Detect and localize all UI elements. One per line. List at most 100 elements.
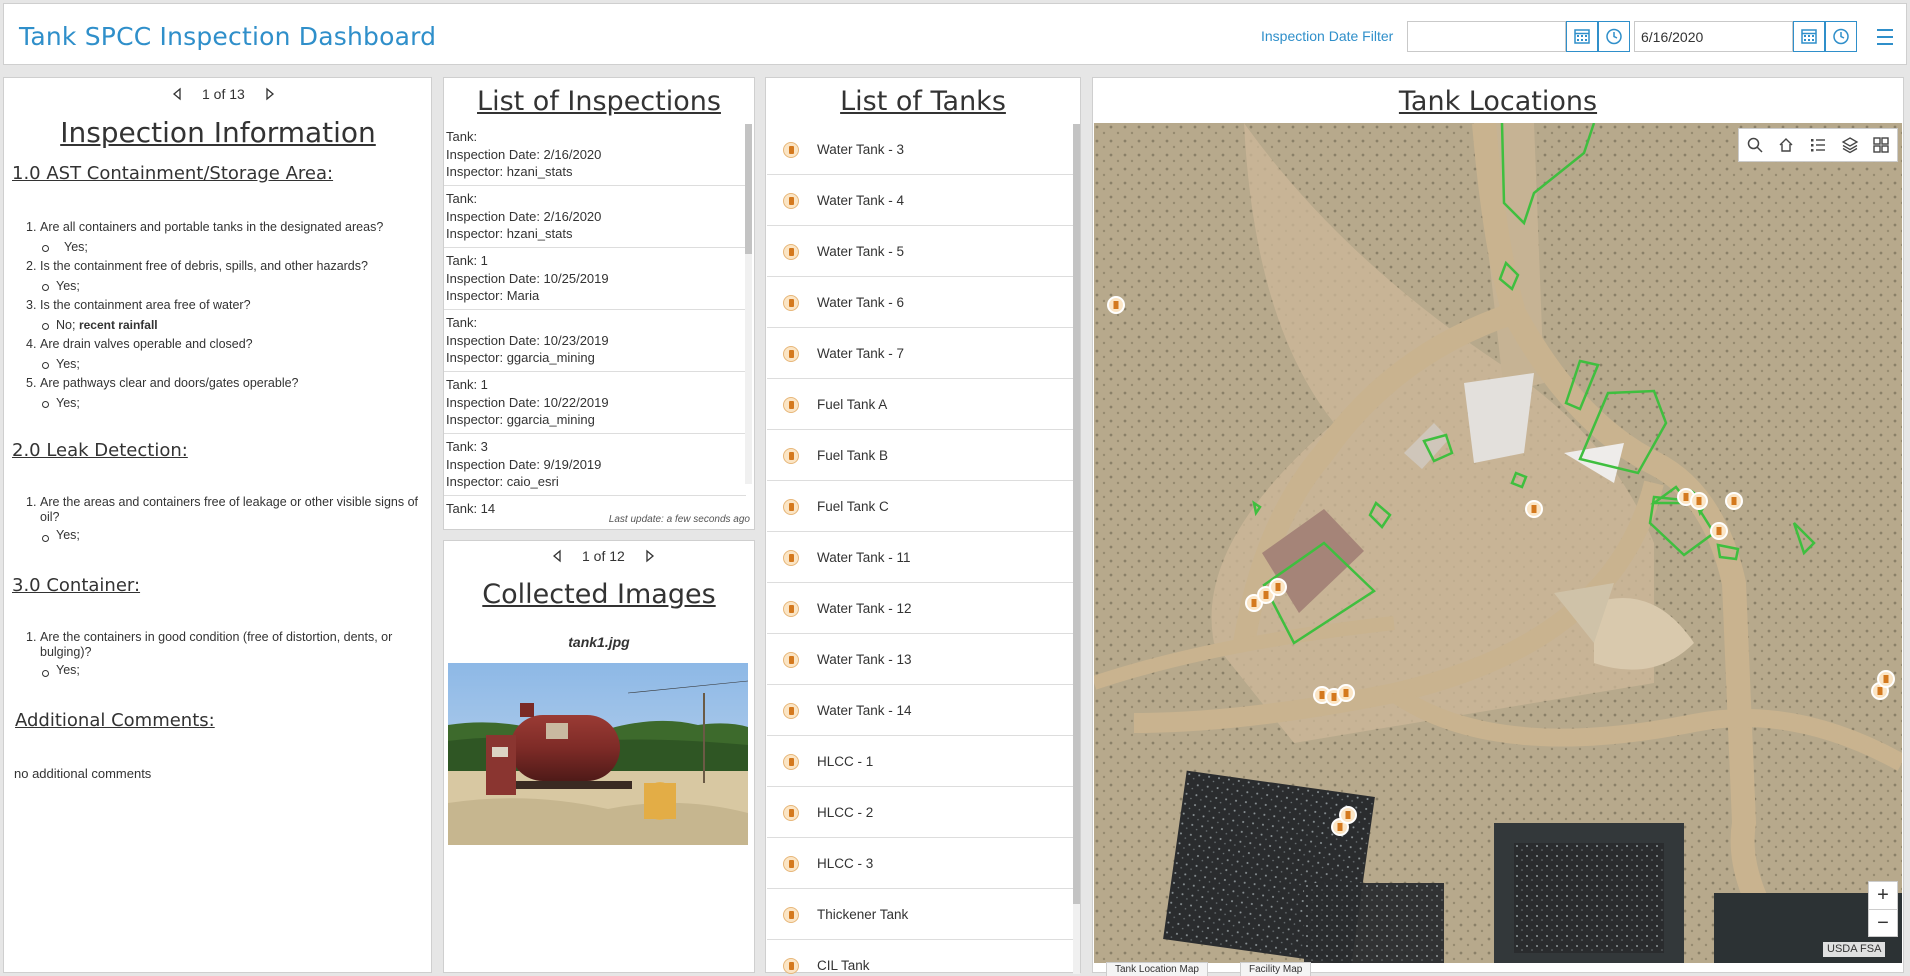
previous-arrow-icon[interactable]	[550, 549, 564, 563]
end-date-input[interactable]	[1634, 21, 1793, 52]
home-icon[interactable]	[1777, 136, 1795, 154]
question-list: 1. Are the areas and containers free of l…	[26, 495, 431, 543]
calendar-icon	[1801, 29, 1817, 44]
tank-icon	[783, 601, 799, 617]
tank-list-item[interactable]: Water Tank - 3	[767, 124, 1077, 175]
image-filename: tank1.jpg	[568, 634, 630, 650]
tank-icon	[783, 499, 799, 515]
inspection-list-item[interactable]: Tank: Inspection Date: 2/16/2020 Inspector…	[444, 124, 746, 186]
end-calendar-button[interactable]	[1793, 21, 1825, 52]
tank-list-item[interactable]: HLCC - 1	[767, 736, 1077, 787]
tank-list-item[interactable]: HLCC - 3	[767, 838, 1077, 889]
answer-item: Yes;	[26, 238, 426, 258]
start-time-button[interactable]	[1598, 21, 1630, 52]
tank-list-item[interactable]: Water Tank - 13	[767, 634, 1077, 685]
search-icon[interactable]	[1746, 136, 1764, 154]
tank-list-item[interactable]: Fuel Tank B	[767, 430, 1077, 481]
tank-icon	[783, 958, 799, 974]
tank-locations-title: Tank Locations	[1398, 86, 1598, 117]
tanks-scrollbar-thumb[interactable]	[1073, 124, 1080, 904]
inspection-list-item[interactable]: Tank: 3 Inspection Date: 9/19/2019 Inspect…	[444, 434, 746, 496]
start-calendar-button[interactable]	[1566, 21, 1598, 52]
tank-label: HLCC - 3	[817, 856, 874, 871]
layers-icon[interactable]	[1841, 136, 1859, 154]
map-toolbar	[1738, 128, 1898, 162]
tank-label: Fuel Tank B	[817, 448, 889, 463]
zoom-in-button[interactable]: +	[1869, 882, 1897, 910]
tank-label: Water Tank - 5	[817, 244, 905, 259]
tank-list-item[interactable]: Water Tank - 14	[767, 685, 1077, 736]
question-list: 1. Are the containers in good condition (…	[26, 630, 431, 678]
menu-button[interactable]	[1870, 24, 1900, 50]
answer-item: No; recent rainfall	[26, 316, 426, 336]
inspection-tank: Tank: 1	[446, 253, 488, 268]
inspections-panel: List of Inspections Tank: Inspection Date…	[443, 77, 755, 530]
tanks-panel: List of Tanks Water Tank - 3 Water Tank -…	[765, 77, 1081, 974]
tank-icon	[783, 448, 799, 464]
tab-facility-map[interactable]: Facility Map	[1240, 962, 1312, 976]
question-item: 1. Are the containers in good condition (…	[26, 630, 393, 659]
tank-list-item[interactable]: Fuel Tank A	[767, 379, 1077, 430]
inspection-tank: Tank:	[446, 129, 478, 144]
next-arrow-icon[interactable]	[643, 549, 657, 563]
tank-list-item[interactable]: Water Tank - 11	[767, 532, 1077, 583]
inspection-list-item[interactable]: Tank: 1 Inspection Date: 10/25/2019 Inspec…	[444, 248, 746, 310]
tank-icon	[783, 703, 799, 719]
tank-list-item[interactable]: Water Tank - 12	[767, 583, 1077, 634]
inspections-scrollbar-thumb[interactable]	[745, 124, 752, 254]
tank-label: Fuel Tank A	[817, 397, 888, 412]
additional-comments-title: Additional Comments:	[15, 710, 215, 731]
tank-location-map[interactable]	[1094, 123, 1902, 963]
inspection-inspector: Inspector: ggarcia_mining	[446, 350, 595, 365]
tank-label: Water Tank - 14	[817, 703, 912, 718]
tank-list-item[interactable]: Thickener Tank	[767, 889, 1077, 940]
tank-icon	[783, 805, 799, 821]
collected-images-panel: 1 of 12 Collected Images tank1.jpg	[443, 540, 755, 973]
inspection-list-item[interactable]: Tank: Inspection Date: 2/16/2020 Inspector…	[444, 186, 746, 248]
tank-list-item[interactable]: CIL Tank	[767, 940, 1077, 974]
collected-images-title: Collected Images	[482, 579, 716, 610]
section-title: 3.0 Container:	[12, 575, 141, 596]
tank-list-item[interactable]: Water Tank - 4	[767, 175, 1077, 226]
legend-icon[interactable]	[1809, 136, 1827, 154]
tank-list-item[interactable]: Water Tank - 5	[767, 226, 1077, 277]
inspection-date: Inspection Date: 10/25/2019	[446, 270, 609, 286]
inspection-date: Inspection Date: 9/19/2019	[446, 456, 602, 472]
zoom-control: + −	[1868, 881, 1898, 937]
inspection-list-item[interactable]: Tank: 1 Inspection Date: 10/22/2019 Inspec…	[444, 372, 746, 434]
tank-label: Water Tank - 12	[817, 601, 912, 616]
satellite-imagery	[1094, 123, 1902, 963]
tank-icon	[783, 142, 799, 158]
hamburger-menu-icon	[1877, 29, 1893, 45]
zoom-out-button[interactable]: −	[1869, 910, 1897, 937]
tank-label: Fuel Tank C	[817, 499, 889, 514]
inspection-inspector: Inspector: hzani_stats	[446, 226, 573, 241]
tanks-list: Water Tank - 3 Water Tank - 4 Water Tank -…	[766, 124, 1080, 974]
images-pager: 1 of 12	[550, 548, 657, 564]
basemap-gallery-icon[interactable]	[1872, 136, 1890, 154]
clock-icon	[1606, 28, 1622, 45]
additional-comments-text: no additional comments	[14, 766, 152, 781]
tab-tank-location-map[interactable]: Tank Location Map	[1106, 962, 1208, 976]
tank-list-item[interactable]: Water Tank - 6	[767, 277, 1077, 328]
previous-arrow-icon[interactable]	[170, 87, 184, 101]
tank-icon	[783, 754, 799, 770]
inspection-pager-label: 1 of 13	[202, 86, 245, 102]
next-arrow-icon[interactable]	[263, 87, 277, 101]
tank-icon	[783, 193, 799, 209]
tank-label: Water Tank - 3	[817, 142, 905, 157]
inspection-list-item[interactable]: Tank: Inspection Date: 10/23/2019 Inspecto…	[444, 310, 746, 372]
tank-label: HLCC - 1	[817, 754, 874, 769]
tank-list-item[interactable]: HLCC - 2	[767, 787, 1077, 838]
end-time-button[interactable]	[1825, 21, 1857, 52]
tank-list-item[interactable]: Fuel Tank C	[767, 481, 1077, 532]
tank-label: HLCC - 2	[817, 805, 874, 820]
inspection-inspector: Inspector: hzani_stats	[446, 164, 573, 179]
tank-label: Thickener Tank	[817, 907, 909, 922]
tank-photo[interactable]	[448, 663, 748, 845]
start-date-input[interactable]	[1407, 21, 1566, 52]
tank-list-item[interactable]: Water Tank - 7	[767, 328, 1077, 379]
answer-item: Yes;	[26, 277, 426, 297]
tank-label: Water Tank - 6	[817, 295, 905, 310]
app-header: Tank SPCC Inspection Dashboard Inspectio…	[3, 3, 1907, 65]
